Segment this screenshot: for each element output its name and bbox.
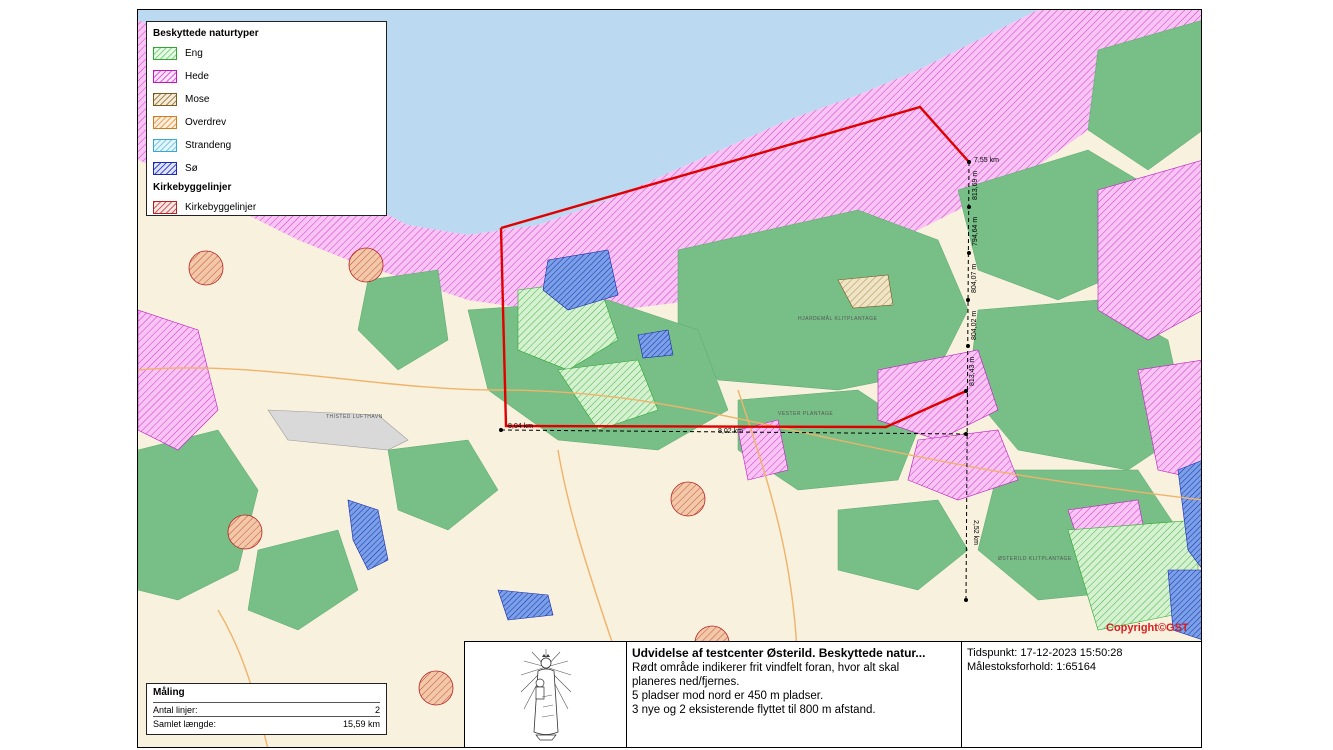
measurement-box: Måling Antal linjer: 2 Samlet længde: 15… — [146, 683, 387, 735]
legend-label: Mose — [185, 94, 210, 105]
title-description: Udvidelse af testcenter Østerild. Beskyt… — [627, 642, 962, 747]
legend-label: Sø — [185, 163, 198, 174]
seg3-label: 804,07 m — [971, 264, 978, 293]
strandeng-swatch-icon — [153, 139, 177, 152]
legend-label: Overdrev — [185, 117, 227, 128]
legend-item-hede: Hede — [153, 65, 380, 88]
scale-ratio: Målestoksforhold: 1:65164 — [967, 661, 1097, 673]
madonna-seal-icon — [520, 649, 571, 741]
legend-item-overdrev: Overdrev — [153, 111, 380, 134]
seg4-label: 804,02 m — [971, 311, 978, 340]
airport-label: THISTED LUFTHAVN — [326, 414, 383, 420]
measurement-title: Måling — [153, 687, 185, 698]
description-line: 3 nye og 2 eksisterende flyttet til 800 … — [632, 704, 876, 716]
description-line: Rødt område indikerer frit vindfelt fora… — [632, 662, 900, 674]
legend-label: Eng — [185, 48, 203, 59]
legend-item-kirke: Kirkebyggelinjer — [153, 196, 380, 219]
plantation-label-1: HJARDEMÅL KLITPLANTAGE — [798, 315, 878, 322]
map-title: Udvidelse af testcenter Østerild. Beskyt… — [632, 646, 926, 660]
measurement-label: Antal linjer: — [153, 705, 198, 715]
legend-item-eng: Eng — [153, 42, 380, 65]
description-line: 5 pladser mod nord er 450 m pladser. — [632, 690, 824, 702]
seg5-label: 813,43 m — [969, 357, 976, 386]
title-block: Udvidelse af testcenter Østerild. Beskyt… — [464, 641, 1202, 748]
seg2-label: 794,64 m — [972, 217, 979, 246]
kirke-swatch-icon — [153, 201, 177, 214]
measurement-row-length: Samlet længde: 15,59 km — [153, 716, 380, 730]
hede-swatch-icon — [153, 70, 177, 83]
so-swatch-icon — [153, 162, 177, 175]
legend-label: Hede — [185, 71, 209, 82]
legend-header-naturtyper: Beskyttede naturtyper — [153, 28, 259, 39]
eng-swatch-icon — [153, 47, 177, 60]
measurement-value: 15,59 km — [342, 719, 380, 729]
overdrev-swatch-icon — [153, 116, 177, 129]
legend-label: Kirkebyggelinjer — [185, 202, 257, 213]
description-line: planeres ned/fjernes. — [632, 676, 740, 688]
plantation-label-2: ØSTERILD KLITPLANTAGE — [998, 556, 1072, 562]
measurement-label: Samlet længde: — [153, 719, 217, 729]
seg6-label: 2,52 km — [972, 520, 979, 545]
measurement-row-lines: Antal linjer: 2 — [153, 702, 380, 716]
copyright-label: Copyright©GST — [1106, 622, 1189, 634]
measurement-value: 2 — [374, 705, 380, 715]
title-meta: Tidspunkt: 17-12-2023 15:50:28 Målestoks… — [962, 642, 1201, 747]
dist-top-label: 7,55 km — [974, 157, 999, 164]
timestamp: Tidspunkt: 17-12-2023 15:50:28 — [967, 647, 1123, 659]
legend-header-kirke: Kirkebyggelinjer — [153, 182, 232, 193]
plantation-label-3: VESTER PLANTAGE — [778, 411, 833, 417]
legend-label: Strandeng — [185, 140, 232, 151]
dist-bottom-label: 8,02 km — [718, 428, 743, 435]
legend-item-so: Sø — [153, 157, 380, 180]
dist-left-label: 8,04 km — [508, 423, 533, 430]
map-legend: Beskyttede naturtyper Eng Hede Mose Over… — [146, 21, 387, 216]
seg1-label: 813,69 m — [972, 171, 979, 200]
legend-item-strandeng: Strandeng — [153, 134, 380, 157]
mose-swatch-icon — [153, 93, 177, 106]
legend-item-mose: Mose — [153, 88, 380, 111]
gst-logo-icon — [465, 642, 627, 747]
